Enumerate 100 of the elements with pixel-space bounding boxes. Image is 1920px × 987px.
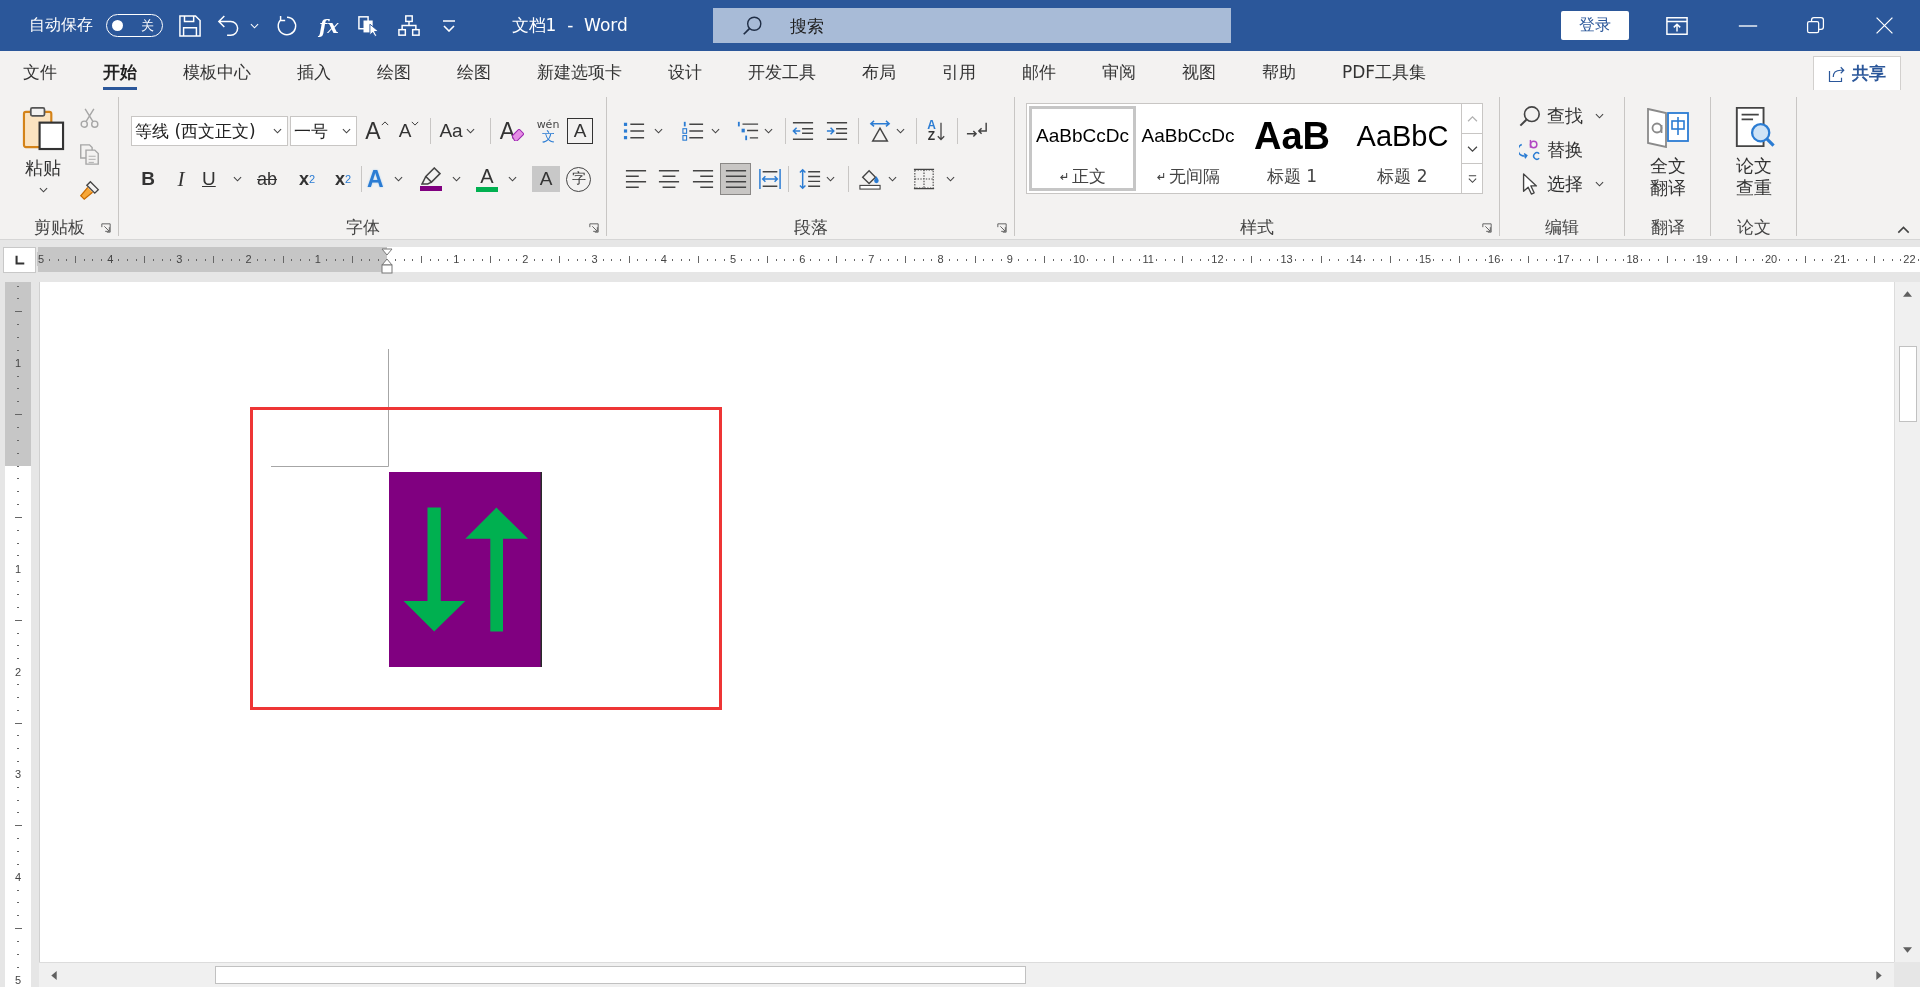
- insert-formula-button[interactable]: fx: [319, 12, 339, 39]
- ruler-number: 22: [1902, 252, 1917, 266]
- dialog-launcher-icon[interactable]: [589, 222, 599, 233]
- translate-document-icon: [1645, 106, 1690, 148]
- undo-button[interactable]: [217, 14, 259, 37]
- collapse-ribbon-button[interactable]: [1897, 226, 1910, 234]
- find-button[interactable]: 查找: [1519, 101, 1604, 131]
- paste-button[interactable]: 粘贴: [14, 96, 72, 200]
- translate-button[interactable]: 全文翻译: [1645, 90, 1690, 216]
- strikethrough-button[interactable]: ab: [252, 163, 282, 195]
- shrink-font-button[interactable]: A: [394, 115, 424, 147]
- ribbon-tab[interactable]: 文件: [23, 51, 57, 90]
- caret-icon: [411, 121, 420, 126]
- group-label: 翻译: [1650, 216, 1685, 239]
- caret-icon: [342, 128, 351, 134]
- group-label: 剪贴板: [33, 216, 85, 239]
- down-arrow-icon: [936, 120, 945, 142]
- tab-stop-selector[interactable]: [3, 247, 36, 273]
- scrollbar-thumb[interactable]: [215, 966, 1026, 984]
- ruler-number: 1: [12, 356, 24, 370]
- dialog-launcher-icon[interactable]: [101, 222, 111, 233]
- ribbon-tab[interactable]: 模板中心: [183, 51, 251, 90]
- ribbon-tab[interactable]: 审阅: [1102, 51, 1136, 90]
- asian-layout-icon: [869, 120, 891, 142]
- style-option[interactable]: AaBbC 标题 2: [1346, 106, 1459, 191]
- ribbon-tab[interactable]: 布局: [862, 51, 896, 90]
- ribbon-tab[interactable]: 新建选项卡: [537, 51, 622, 90]
- caret-icon: [452, 176, 461, 182]
- font-name-field[interactable]: 等线 (西文正文): [131, 116, 288, 146]
- ribbon-tab[interactable]: 视图: [1182, 51, 1216, 90]
- ruler-number: 13: [1279, 252, 1294, 266]
- ribbon-tab[interactable]: 邮件: [1022, 51, 1056, 90]
- sort-button[interactable]: A Z: [923, 115, 949, 147]
- ribbon-tab[interactable]: 开发工具: [748, 51, 816, 90]
- style-option[interactable]: AaB 标题 1: [1240, 106, 1344, 191]
- decrease-indent-icon: [792, 120, 814, 142]
- ruler-number: 3: [12, 767, 24, 781]
- customize-toolbar-button[interactable]: [441, 19, 456, 32]
- phonetic-guide-button[interactable]: wén 文: [535, 115, 561, 147]
- underline-button[interactable]: U: [200, 163, 244, 195]
- ruler-number: 17: [1556, 252, 1571, 266]
- line-spacing-icon: [799, 168, 821, 190]
- dialog-launcher-icon[interactable]: [1482, 222, 1492, 233]
- close-button[interactable]: [1875, 16, 1894, 35]
- ribbon-tab[interactable]: 引用: [942, 51, 976, 90]
- italic-button[interactable]: I: [167, 163, 195, 195]
- paragraph-mark-icon: [1156, 172, 1165, 181]
- text-effects-button[interactable]: A: [365, 163, 405, 195]
- ruler-number: 1: [452, 252, 461, 266]
- scrollbar-thumb[interactable]: [1898, 346, 1917, 422]
- select-button[interactable]: 选择: [1519, 169, 1604, 199]
- align-right-icon: [692, 168, 714, 190]
- minimize-icon: [1738, 23, 1758, 28]
- ruler-number: 3: [590, 252, 599, 266]
- ruler-number: 1: [12, 562, 24, 576]
- hierarchy-button[interactable]: [397, 14, 420, 37]
- ruler-number: 5: [12, 973, 24, 987]
- ribbon-tab[interactable]: 帮助: [1262, 51, 1296, 90]
- chevron-down-icon: [1466, 144, 1478, 153]
- justify-button[interactable]: [720, 163, 751, 195]
- ribbon-tab[interactable]: 设计: [668, 51, 702, 90]
- style-option[interactable]: AaBbCcDc 无间隔: [1138, 106, 1238, 191]
- ribbon-tab[interactable]: 插入: [297, 51, 331, 90]
- ruler-number: 6: [798, 252, 807, 266]
- plagiarism-check-button[interactable]: 论文查重: [1731, 90, 1776, 216]
- save-button[interactable]: [179, 14, 201, 37]
- grow-font-button[interactable]: A: [362, 115, 392, 147]
- caret-icon: [273, 128, 282, 134]
- minimize-button[interactable]: [1738, 23, 1758, 28]
- replace-button[interactable]: 替换: [1519, 135, 1583, 165]
- font-size-field[interactable]: 一号: [290, 116, 357, 146]
- paintbrush-icon: [78, 179, 100, 201]
- bold-button[interactable]: B: [134, 163, 162, 195]
- style-option[interactable]: AaBbCcDc 正文: [1029, 106, 1136, 191]
- ruler-number: 2: [521, 252, 530, 266]
- caret-icon: [394, 176, 403, 182]
- ribbon-display-button[interactable]: [1666, 14, 1688, 37]
- redo-button[interactable]: [276, 14, 298, 37]
- character-shading-button[interactable]: A: [532, 166, 560, 192]
- change-case-button[interactable]: Aa: [437, 115, 477, 147]
- up-down-arrows-drawing[interactable]: [389, 472, 542, 667]
- autosave-label: 自动保存: [29, 15, 93, 36]
- share-button[interactable]: 共享: [1813, 56, 1901, 90]
- character-border-button[interactable]: A: [567, 118, 593, 144]
- font-color-button[interactable]: A: [473, 163, 519, 195]
- ribbon-tab[interactable]: 绘图: [457, 51, 491, 90]
- ruler-number: 21: [1833, 252, 1848, 266]
- login-button[interactable]: 登录: [1561, 11, 1629, 40]
- restore-button[interactable]: [1806, 16, 1825, 35]
- search-field[interactable]: 搜索: [713, 8, 1231, 43]
- ruler-number: 9: [1005, 252, 1014, 266]
- search-icon: [1519, 105, 1541, 127]
- ribbon-tab[interactable]: PDF工具集: [1342, 51, 1427, 90]
- dialog-launcher-icon[interactable]: [997, 222, 1007, 233]
- caret-icon: [764, 128, 773, 134]
- ruler-number: 12: [1210, 252, 1225, 266]
- ribbon-display-icon: [1666, 14, 1688, 37]
- ruler-number: 7: [867, 252, 876, 266]
- ribbon-tab[interactable]: 绘图: [377, 51, 411, 90]
- touch-mode-button[interactable]: [357, 14, 380, 37]
